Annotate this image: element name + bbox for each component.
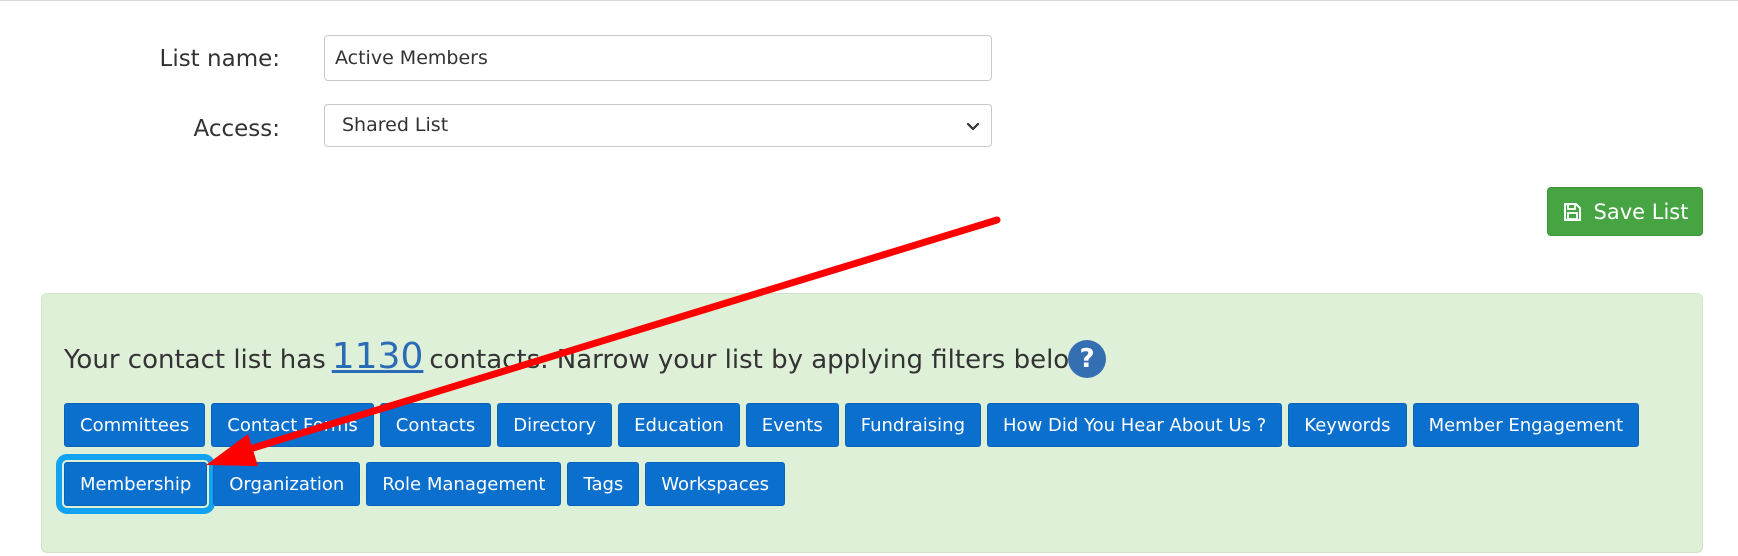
filter-row-1: Committees Contact Forms Contacts Direct… [64,403,1640,447]
save-list-label: Save List [1593,199,1689,224]
floppy-disk-icon [1563,202,1581,221]
filter-button-tags[interactable]: Tags [567,462,640,506]
contact-summary: Your contact list has 1130 contacts. Nar… [64,336,1098,377]
filter-button-events[interactable]: Events [745,403,839,447]
filter-button-keywords[interactable]: Keywords [1288,403,1407,447]
filter-button-contacts[interactable]: Contacts [379,403,492,447]
filter-button-how-did-you-hear[interactable]: How Did You Hear About Us ? [987,403,1283,447]
top-divider [0,0,1738,1]
filter-button-role-management[interactable]: Role Management [366,462,562,506]
access-select[interactable]: Shared List [324,104,992,147]
access-select-value: Shared List [342,114,449,136]
summary-suffix: contacts. Narrow your list by applying f… [429,345,1098,375]
filter-button-contact-forms[interactable]: Contact Forms [211,403,374,447]
filter-button-education[interactable]: Education [618,403,740,447]
filter-button-workspaces[interactable]: Workspaces [645,462,786,506]
list-name-input[interactable] [324,35,992,81]
list-name-label: List name: [159,46,281,72]
summary-prefix: Your contact list has [64,345,326,375]
filter-row-2: Membership Organization Role Management … [55,454,786,514]
filter-button-member-engagement[interactable]: Member Engagement [1412,403,1640,447]
contact-count-link[interactable]: 1130 [332,336,424,377]
access-label: Access: [193,116,281,142]
chevron-down-icon [966,122,980,131]
filter-button-directory[interactable]: Directory [497,403,613,447]
filter-button-organization[interactable]: Organization [213,462,361,506]
filter-button-membership[interactable]: Membership [55,454,216,514]
save-list-button[interactable]: Save List [1547,187,1703,236]
filter-button-fundraising[interactable]: Fundraising [844,403,982,447]
filter-button-committees[interactable]: Committees [64,403,206,447]
help-icon[interactable]: ? [1068,340,1106,378]
